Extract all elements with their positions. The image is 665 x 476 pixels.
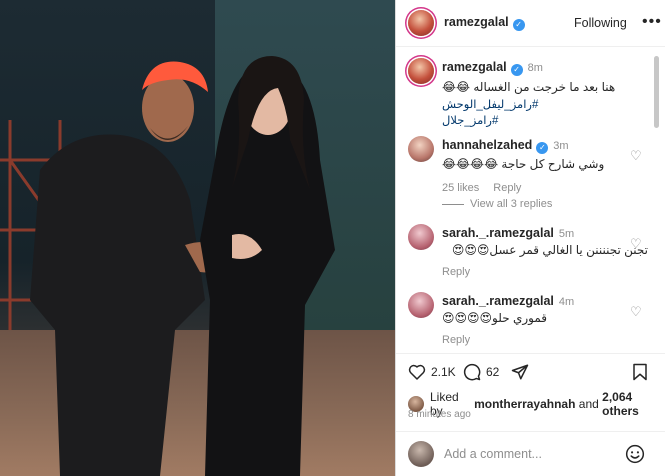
view-replies-label: View all 3 replies <box>470 198 553 210</box>
more-options-icon[interactable]: ••• <box>642 13 662 31</box>
replies-divider <box>442 203 464 205</box>
current-user-avatar <box>408 441 434 467</box>
comment-time: 5m <box>558 228 575 240</box>
commenter-username[interactable]: sarah._.ramezgalal <box>442 294 554 308</box>
commenter-avatar[interactable] <box>408 224 434 250</box>
comment-meta: 25 likes Reply <box>442 182 648 194</box>
heart-icon <box>408 364 426 380</box>
author-avatar[interactable] <box>408 10 434 36</box>
verified-badge-icon: ✓ <box>536 142 549 154</box>
comments-scrollbar[interactable] <box>654 56 659 128</box>
caption-time: 8m <box>527 62 543 74</box>
post-header: ramezgalal ✓ Following ••• <box>396 0 665 47</box>
comment-time: 4m <box>558 296 575 308</box>
comment-bubble-icon <box>463 363 481 381</box>
comment-composer <box>396 431 665 476</box>
emoji-icon[interactable] <box>625 444 645 464</box>
share-send-icon <box>511 364 529 380</box>
bookmark-icon <box>633 363 647 381</box>
reply-button[interactable]: Reply <box>493 182 521 194</box>
verified-badge-icon: ✓ <box>510 64 523 76</box>
comment-like-heart-icon[interactable]: ♡ <box>630 304 642 320</box>
post-timestamp[interactable]: 8 minutes ago <box>408 409 471 420</box>
hashtag-link[interactable]: #رامز_جلال <box>442 113 648 127</box>
like-button[interactable]: 2.1K <box>408 363 456 380</box>
comment-likes[interactable]: 25 likes <box>442 182 479 194</box>
likes-count: 2.1K <box>431 364 456 379</box>
commenter-username[interactable]: sarah._.ramezgalal <box>442 226 554 240</box>
post-photo[interactable] <box>0 0 395 476</box>
commenter-username[interactable]: hannahelzahed <box>442 138 532 152</box>
comment-button[interactable]: 62 <box>463 363 499 381</box>
caption-username[interactable]: ramezgalal <box>442 60 507 74</box>
comment-time: 3m <box>553 140 569 152</box>
reply-button[interactable]: Reply <box>442 266 648 278</box>
liked-by-and: and <box>578 397 599 411</box>
comment-text: تجنن تجننننن يا الغالي قمر عسل😍😍😍 <box>451 243 648 257</box>
author-name-group: ramezgalal ✓ <box>444 15 525 31</box>
commenter-avatar[interactable] <box>408 292 434 318</box>
reply-button[interactable]: Reply <box>442 334 648 346</box>
comment-like-heart-icon[interactable]: ♡ <box>630 148 642 164</box>
comment-text: وشي شارح كل حاجة 😂😂😂😂 <box>442 157 605 171</box>
save-button[interactable] <box>632 363 653 381</box>
caption-text: هنا بعد ما خرجت من الغساله 😂😂 <box>442 80 616 94</box>
comments-list[interactable]: ramezgalal ✓ 8m هنا بعد ما خرجت من الغساله… <box>396 48 658 352</box>
author-username[interactable]: ramezgalal <box>444 15 509 29</box>
post-actions: 2.1K 62 Liked by montherrayahnah and 2,0… <box>396 353 665 420</box>
hashtag-link[interactable]: #رامز_ليفل_الوحش <box>442 97 648 111</box>
caption-avatar[interactable] <box>408 58 434 84</box>
share-button[interactable] <box>511 363 534 381</box>
liker-username[interactable]: montherrayahnah <box>474 397 575 411</box>
others-count[interactable]: 2,064 others <box>602 390 665 418</box>
commenter-avatar[interactable] <box>408 136 434 162</box>
comment-like-heart-icon[interactable]: ♡ <box>630 236 642 252</box>
comment-text: قموري حلو😍😍😍😍 <box>442 311 548 325</box>
comments-count: 62 <box>486 365 500 379</box>
comment-input[interactable] <box>444 447 614 461</box>
people-figures <box>30 56 335 476</box>
view-replies-button[interactable]: View all 3 replies <box>442 198 552 210</box>
post-side-panel: ramezgalal ✓ Following ••• ramezgalal ✓ 8m … <box>395 0 665 476</box>
following-button[interactable]: Following <box>574 16 627 30</box>
verified-badge-icon: ✓ <box>512 19 525 31</box>
